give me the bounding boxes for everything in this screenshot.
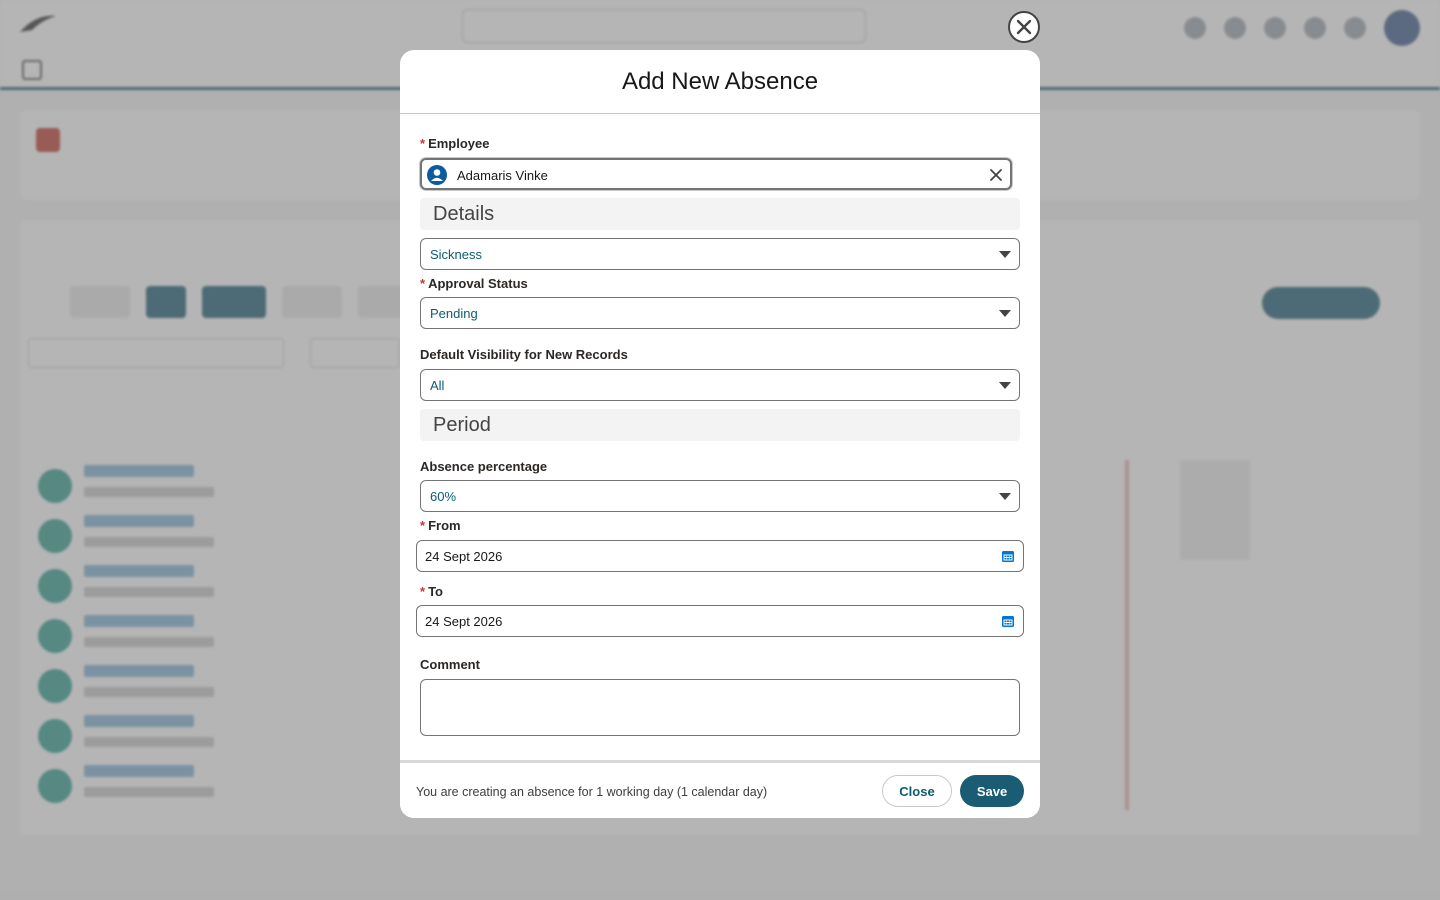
absence-summary-text: You are creating an absence for 1 workin… [416,785,768,799]
close-icon [1016,19,1032,35]
comment-label: Comment [420,657,480,672]
visibility-value: All [430,378,445,393]
absence-type-value: Sickness [430,247,483,262]
calendar-icon[interactable] [1001,549,1015,563]
absence-type-select[interactable]: Sickness [420,238,1020,270]
employee-value: Adamaris Vinke [457,168,548,183]
modal-footer: You are creating an absence for 1 workin… [400,760,1040,818]
clear-icon[interactable] [988,167,1004,183]
add-absence-modal: Add New Absence * Employee Adamaris Vinke… [400,50,1040,818]
employee-lookup[interactable]: Adamaris Vinke [420,158,1012,190]
chevron-down-icon [999,310,1011,317]
period-section-header: Period [420,409,1020,441]
visibility-select[interactable]: All [420,369,1020,401]
chevron-down-icon [999,382,1011,389]
close-button[interactable]: Close [882,775,952,807]
absence-percentage-select[interactable]: 60% [420,480,1020,512]
required-marker: * [420,136,426,151]
absence-percentage-label: Absence percentage [420,459,548,474]
modal-title: Add New Absence [400,50,1040,114]
from-label: * From [420,518,461,533]
chevron-down-icon [999,251,1011,258]
required-marker: * [420,276,426,291]
employee-label: * Employee [420,136,490,151]
absence-percentage-value: 60% [430,489,457,504]
required-marker: * [420,518,426,533]
from-date-value: 24 Sept 2026 [425,549,503,564]
save-button[interactable]: Save [960,775,1024,807]
to-label: * To [420,584,443,599]
modal-body: * Employee Adamaris Vinke Details Sicknes… [400,114,1040,760]
chevron-down-icon [999,493,1011,500]
approval-status-value: Pending [430,306,478,321]
modal-dismiss-button[interactable] [1008,11,1040,43]
approval-status-label: * Approval Status [420,276,528,291]
required-marker: * [420,584,426,599]
from-date-input[interactable]: 24 Sept 2026 [416,540,1024,572]
comment-textarea[interactable] [420,679,1020,736]
to-date-value: 24 Sept 2026 [425,614,503,629]
user-icon [427,165,447,185]
details-section-header: Details [420,198,1020,230]
visibility-label: Default Visibility for New Records [420,347,628,362]
approval-status-select[interactable]: Pending [420,297,1020,329]
to-date-input[interactable]: 24 Sept 2026 [416,605,1024,637]
calendar-icon[interactable] [1001,614,1015,628]
